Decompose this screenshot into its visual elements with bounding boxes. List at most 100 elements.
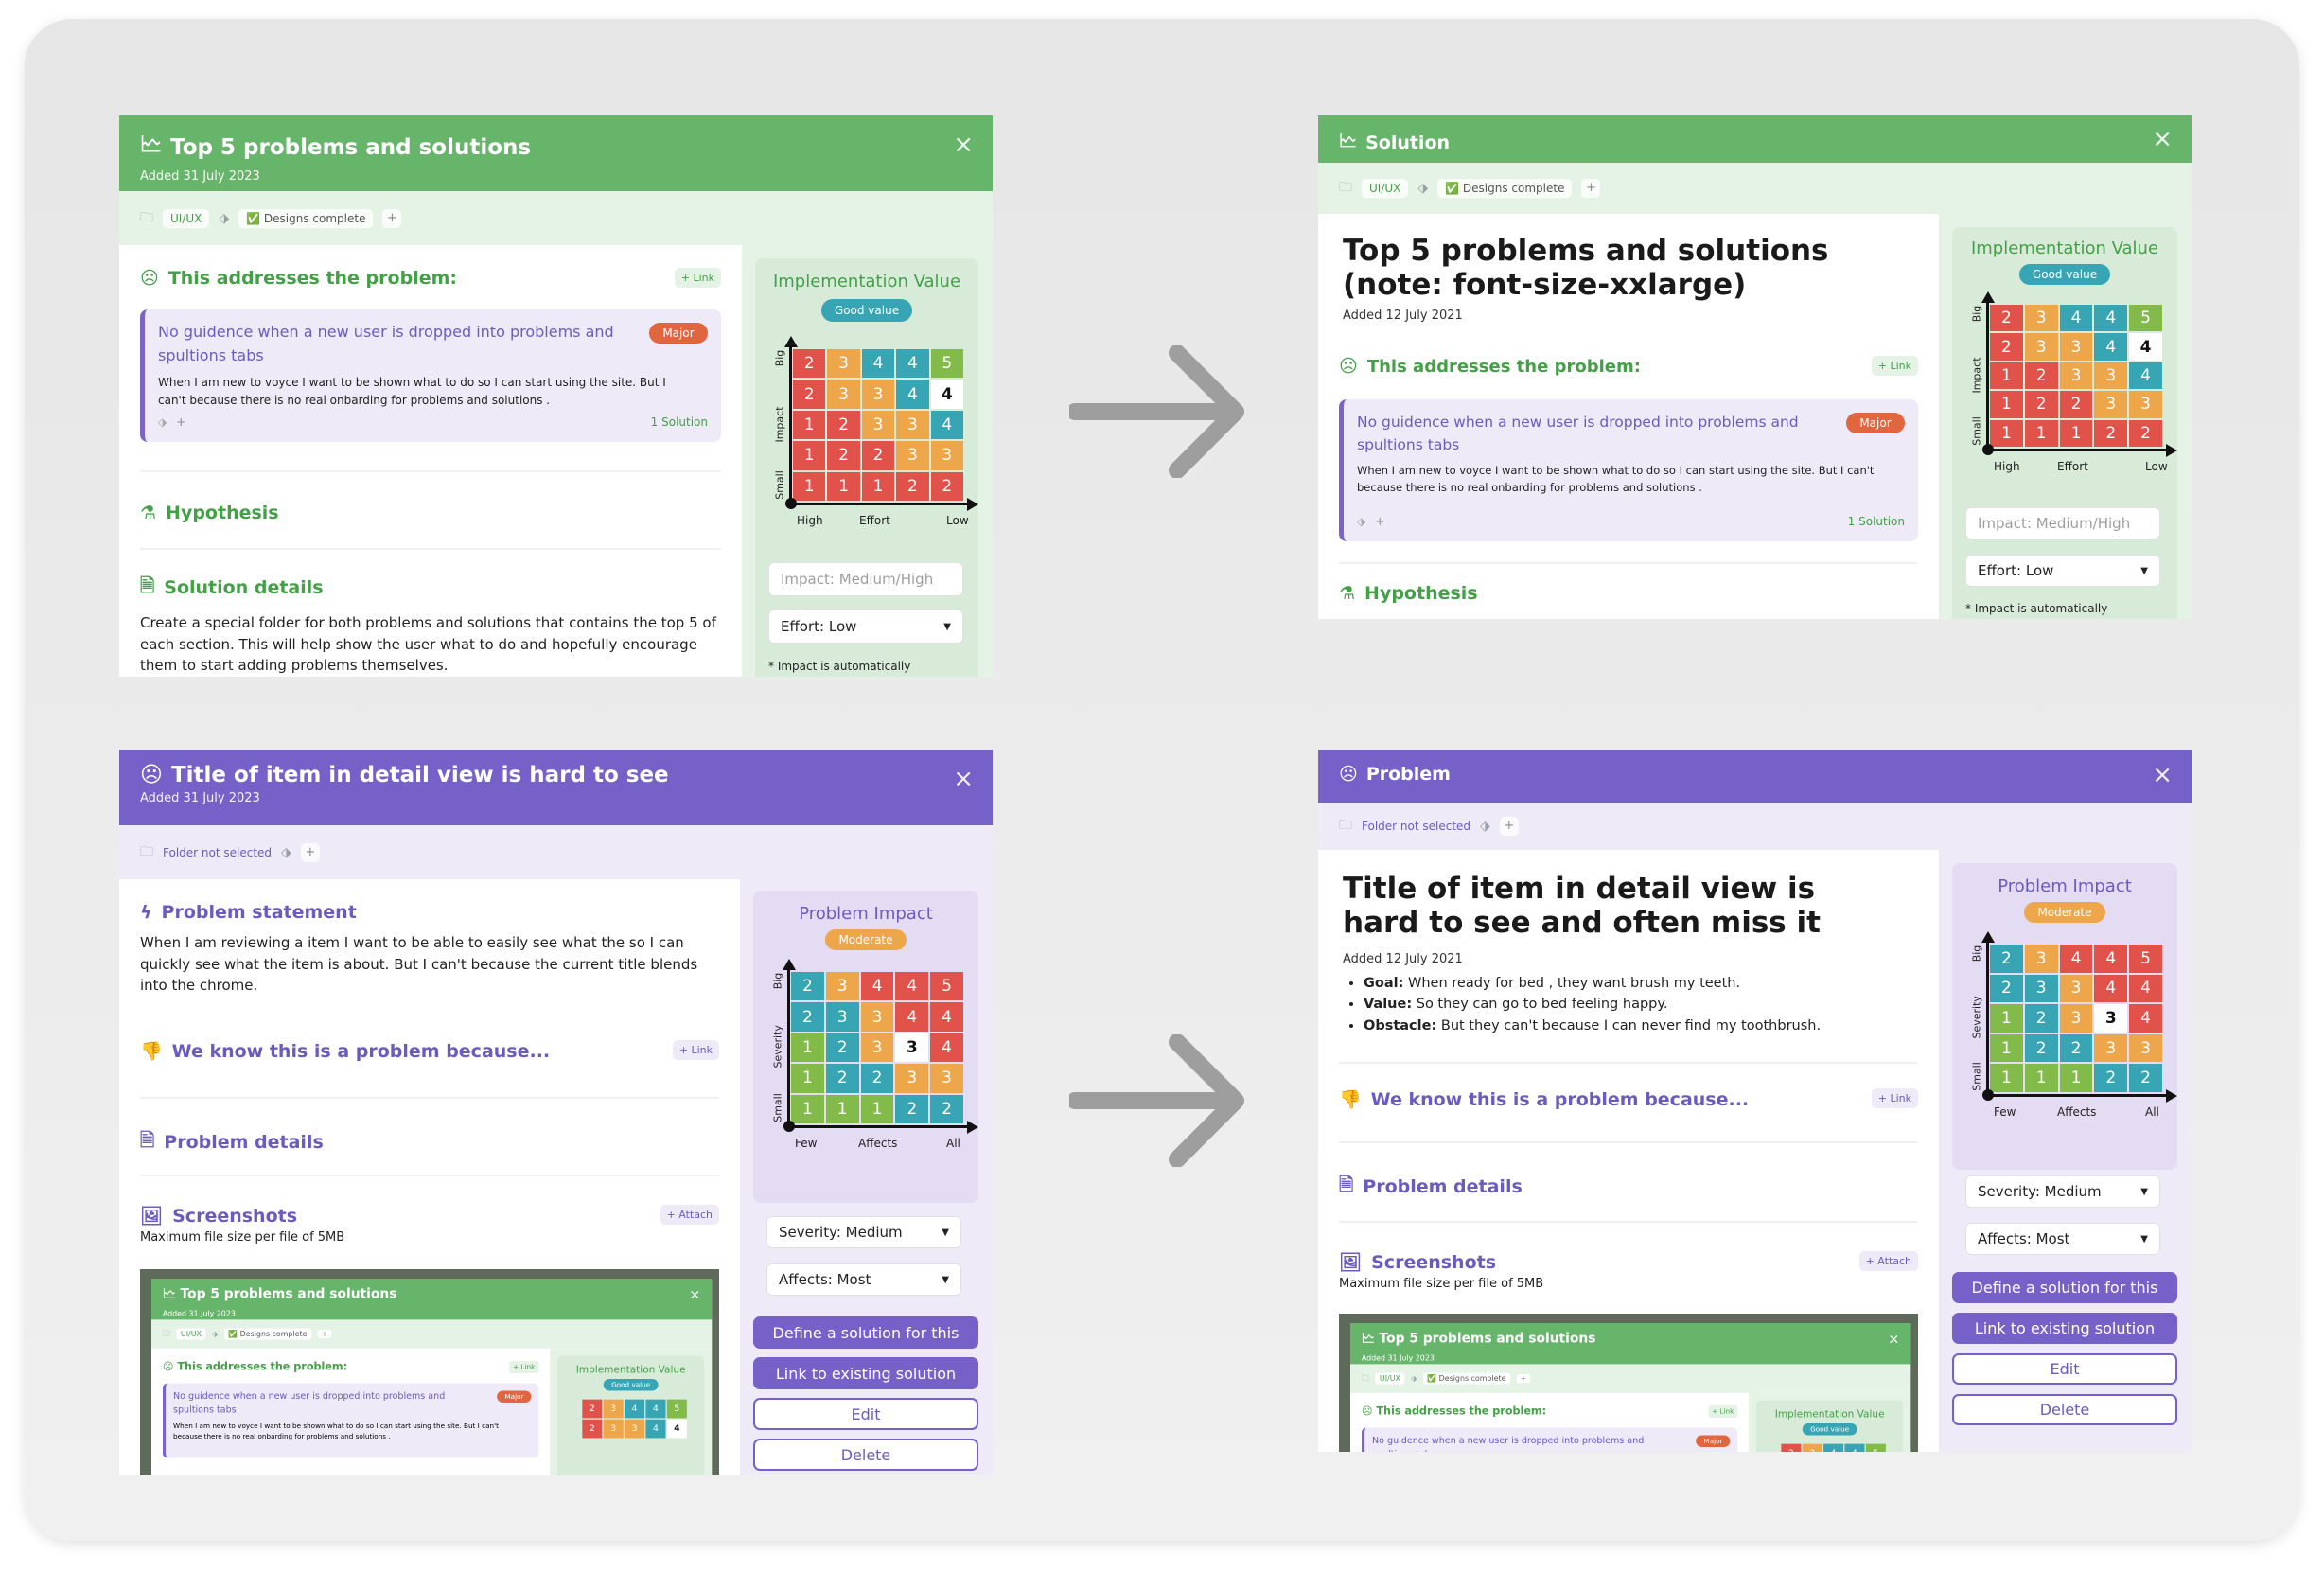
solution-icon: 🗠 bbox=[140, 132, 163, 157]
edit-button[interactable]: Edit bbox=[1952, 1353, 2177, 1385]
attach-button[interactable]: + Attach bbox=[660, 1205, 719, 1225]
affects-value: Affects: Most bbox=[1978, 1230, 2070, 1247]
solution-count[interactable]: 1 Solution bbox=[651, 415, 708, 429]
folder-icon: 🗀 bbox=[1339, 180, 1352, 195]
close-icon[interactable]: × bbox=[2152, 127, 2173, 151]
section-heading: Problem details bbox=[164, 1132, 324, 1153]
tag-chip[interactable]: ✅ Designs complete bbox=[238, 208, 374, 228]
close-icon[interactable]: × bbox=[2152, 763, 2173, 787]
matrix-title: Implementation Value bbox=[772, 272, 961, 291]
thumb-card: No guidence when a new user is dropped i… bbox=[1361, 1427, 1738, 1452]
link-button[interactable]: + Link bbox=[674, 268, 721, 288]
matrix-cell: 3 bbox=[860, 1033, 894, 1063]
tag-chip[interactable]: ✅ Designs complete bbox=[1437, 179, 1573, 198]
folder-chip[interactable]: UI/UX bbox=[163, 208, 210, 228]
section-heading: Screenshots bbox=[172, 1205, 298, 1227]
y-label-mid: Severity bbox=[771, 1025, 784, 1069]
delete-button[interactable]: Delete bbox=[1952, 1394, 2177, 1425]
added-date: Added 31 July 2023 bbox=[140, 791, 260, 805]
divider bbox=[1339, 1062, 1918, 1064]
link-button[interactable]: + Link bbox=[672, 1040, 719, 1060]
matrix-cell: 3 bbox=[2024, 945, 2058, 973]
problem-impact-matrix: 2 3 4 4 5 2 3 3 4 4 1 2 3 3 4 1 2 2 3 3 1 1 1 2 2 Big Severity Smal… bbox=[753, 959, 978, 1156]
matrix-cell: 3 bbox=[2129, 1033, 2162, 1063]
effort-select[interactable]: Effort: Low ▼ bbox=[768, 609, 963, 644]
add-tag-button[interactable]: + bbox=[1581, 179, 1601, 198]
thumb-impl-title: Implementation Value bbox=[575, 1363, 686, 1375]
add-tag-button[interactable]: + bbox=[1375, 515, 1384, 528]
folder-label[interactable]: Folder not selected bbox=[163, 846, 272, 859]
link-existing-solution-button[interactable]: Link to existing solution bbox=[753, 1357, 978, 1389]
matrix-cell: 2 bbox=[791, 972, 824, 1001]
delete-button[interactable]: Delete bbox=[753, 1439, 978, 1471]
tag-bar: 🗀 Folder not selected ⬗ + bbox=[1318, 803, 2192, 850]
folder-label[interactable]: Folder not selected bbox=[1362, 820, 1470, 833]
matrix-cell: 1 bbox=[825, 1094, 859, 1123]
tag-bar: 🗀 UI/UX ⬗ ✅ Designs complete + bbox=[1318, 163, 2192, 214]
define-solution-button[interactable]: Define a solution for this bbox=[753, 1316, 978, 1349]
y-label-bottom: Small bbox=[771, 1093, 784, 1122]
matrix-cell: 2 bbox=[895, 1094, 929, 1123]
side-panel: Problem Impact Moderate 2344523344123341… bbox=[740, 879, 993, 1475]
card-body: When I am new to voyce I want to be show… bbox=[158, 375, 666, 407]
add-tag-button[interactable]: + bbox=[300, 842, 320, 862]
screenshot-thumbnail[interactable]: 🗠 Top 5 problems and solutions Added 31 … bbox=[1339, 1314, 1918, 1452]
y-label-top: Big bbox=[771, 972, 784, 990]
solution-panel-after: 🗠 Solution × 🗀 UI/UX ⬗ ✅ Designs complet… bbox=[1318, 115, 2192, 619]
origin-dot bbox=[783, 1121, 795, 1132]
folder-chip[interactable]: UI/UX bbox=[1362, 179, 1409, 198]
affects-select[interactable]: Affects: Most ▼ bbox=[766, 1263, 961, 1296]
close-icon[interactable]: × bbox=[953, 767, 974, 791]
link-existing-solution-button[interactable]: Link to existing solution bbox=[1952, 1313, 2177, 1344]
section-heading: This addresses the problem: bbox=[1366, 356, 1641, 377]
add-tag-button[interactable]: + bbox=[382, 208, 402, 228]
effort-select[interactable]: Effort: Low ▼ bbox=[1965, 555, 2160, 587]
main-content: ϟ Problem statement When I am reviewing … bbox=[119, 879, 740, 1475]
matrix-cell: 2 bbox=[2024, 362, 2058, 390]
add-tag-button[interactable]: + bbox=[176, 415, 185, 429]
severity-select[interactable]: Severity: Medium ▼ bbox=[766, 1216, 961, 1248]
added-date: Added 12 July 2021 bbox=[1343, 309, 1463, 323]
matrix-cell: 3 bbox=[2024, 974, 2058, 1003]
attach-button[interactable]: + Attach bbox=[1858, 1251, 1918, 1271]
panel-title: Problem bbox=[1365, 764, 1451, 785]
matrix-cell: 3 bbox=[895, 1064, 929, 1093]
affects-select[interactable]: Affects: Most ▼ bbox=[1965, 1223, 2160, 1255]
matrix-cell: 3 bbox=[861, 410, 895, 440]
add-tag-button[interactable]: + bbox=[1499, 817, 1519, 836]
goal-item: Goal: When ready for bed , they want bru… bbox=[1364, 973, 1821, 994]
matrix-cell: 3 bbox=[2059, 1004, 2093, 1033]
severity-select[interactable]: Severity: Medium ▼ bbox=[1965, 1175, 2160, 1208]
impact-input[interactable]: Impact: Medium/High bbox=[1965, 507, 2160, 539]
link-button[interactable]: + Link bbox=[1871, 356, 1918, 376]
x-label-mid: Affects bbox=[2057, 1105, 2097, 1119]
problem-impact-matrix: 2 3 4 4 5 2 3 3 4 4 1 2 3 3 4 1 2 2 3 3 1 1 1 2 2 Big Severity Smal… bbox=[1952, 931, 2177, 1124]
hypothesis-section: ⚗ Hypothesis bbox=[140, 503, 721, 523]
screenshot-thumbnail[interactable]: 🗠 Top 5 problems and solutions Added 31 … bbox=[140, 1269, 719, 1475]
card-title: No guidence when a new user is dropped i… bbox=[158, 323, 614, 364]
matrix-cell: 1 bbox=[791, 1064, 824, 1093]
y-label-bottom: Small bbox=[773, 470, 786, 500]
define-solution-button[interactable]: Define a solution for this bbox=[1952, 1272, 2177, 1303]
solution-panel-before: 🗠 Top 5 problems and solutions Added 31 … bbox=[119, 115, 993, 677]
matrix-cell: 3 bbox=[860, 1002, 894, 1032]
y-axis bbox=[1986, 301, 1989, 450]
side-panel: Implementation Value Good value 23445233… bbox=[742, 245, 993, 677]
matrix-cell: 4 bbox=[930, 380, 963, 409]
edit-button[interactable]: Edit bbox=[753, 1398, 978, 1430]
solution-count[interactable]: 1 Solution bbox=[1848, 515, 1905, 528]
problem-card[interactable]: No guidence when a new user is dropped i… bbox=[140, 309, 721, 442]
thumb-tag: ✅ Designs complete bbox=[223, 1328, 312, 1340]
problem-card[interactable]: No guidence when a new user is dropped i… bbox=[1339, 399, 1918, 541]
matrix-grid: 2344523344123341223311122 bbox=[793, 349, 963, 501]
flask-icon: ⚗ bbox=[140, 503, 157, 523]
close-icon[interactable]: × bbox=[953, 132, 974, 157]
matrix-cell: 2 bbox=[793, 349, 826, 379]
link-button[interactable]: + Link bbox=[1871, 1088, 1918, 1108]
y-axis bbox=[787, 968, 790, 1127]
impact-input[interactable]: Impact: Medium/High bbox=[768, 562, 963, 596]
side-panel: Problem Impact Moderate 2344523344123341… bbox=[1939, 850, 2192, 1452]
matrix-cell: 2 bbox=[2059, 391, 2093, 418]
matrix-cell: 3 bbox=[825, 972, 859, 1001]
addresses-section: ☹ This addresses the problem: + Link bbox=[140, 268, 721, 289]
